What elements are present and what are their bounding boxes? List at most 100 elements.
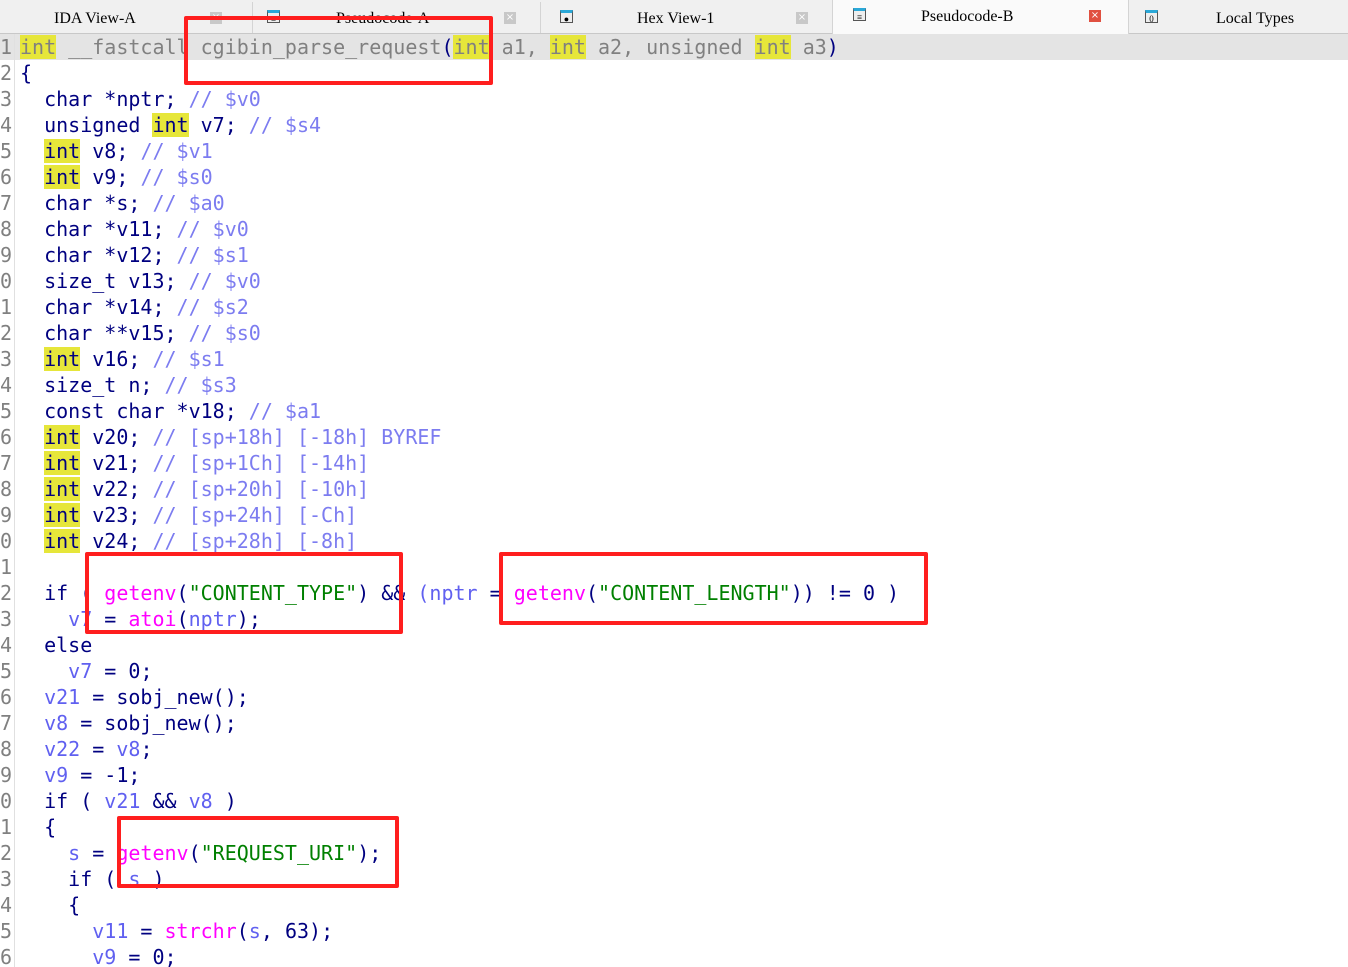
- token-p[interactable]: [20, 685, 44, 709]
- token-cm[interactable]: // $a1: [249, 399, 321, 423]
- token-p[interactable]: &&: [140, 789, 188, 813]
- token-p[interactable]: =: [92, 659, 128, 683]
- token-var[interactable]: v8: [189, 789, 213, 813]
- token-p[interactable]: [20, 841, 68, 865]
- code-line[interactable]: 7 v8 = sobj_new();: [0, 710, 1348, 736]
- token-var[interactable]: v9: [92, 945, 116, 967]
- close-icon[interactable]: ×: [1089, 10, 1101, 22]
- token-p[interactable]: [20, 919, 92, 943]
- token-var[interactable]: v21: [44, 685, 80, 709]
- token-kw[interactable]: char *v12;: [20, 243, 177, 267]
- token-var[interactable]: (nptr: [417, 581, 477, 605]
- code-line[interactable]: 6 int v9; // $s0: [0, 164, 1348, 190]
- token-g[interactable]: int: [754, 35, 791, 59]
- code-line[interactable]: 6 v9 = 0;: [0, 944, 1348, 967]
- token-cm[interactable]: // $s3: [165, 373, 237, 397]
- code-line[interactable]: 3 char *nptr; // $v0: [0, 86, 1348, 112]
- token-p[interactable]: ,: [261, 919, 285, 943]
- token-kw[interactable]: [20, 425, 44, 449]
- code-line[interactable]: 3 int v16; // $s1: [0, 346, 1348, 372]
- token-p[interactable]: (: [237, 919, 249, 943]
- token-g[interactable]: int: [549, 35, 586, 59]
- token-kw[interactable]: [20, 451, 44, 475]
- tab-local-types[interactable]: 0 Local Types: [1127, 2, 1348, 33]
- token-cm[interactable]: // $s2: [177, 295, 249, 319]
- token-g[interactable]: a3: [791, 35, 827, 59]
- tab-pseudocode-b[interactable]: ≡ Pseudocode-B ×: [832, 0, 1129, 34]
- code-line[interactable]: 6 int v20; // [sp+18h] [-18h] BYREF: [0, 424, 1348, 450]
- token-p[interactable]: {: [20, 893, 80, 917]
- token-p[interactable]: );: [309, 919, 333, 943]
- token-p[interactable]: =: [80, 737, 116, 761]
- token-var[interactable]: v22: [44, 737, 80, 761]
- token-kw[interactable]: [20, 139, 44, 163]
- code-line[interactable]: 8 int v22; // [sp+20h] [-10h]: [0, 476, 1348, 502]
- close-icon[interactable]: ×: [504, 12, 516, 24]
- close-icon[interactable]: ×: [796, 12, 808, 24]
- token-kw[interactable]: int: [44, 529, 81, 553]
- token-var[interactable]: s: [249, 919, 261, 943]
- token-kw[interactable]: size_t v13;: [20, 269, 189, 293]
- token-p[interactable]: ;: [128, 763, 140, 787]
- token-cm[interactable]: // $s1: [177, 243, 249, 267]
- token-g[interactable]: a1,: [490, 35, 550, 59]
- token-cm[interactable]: // [sp+20h] [-10h]: [152, 477, 369, 501]
- code-line[interactable]: 8 char *v11; // $v0: [0, 216, 1348, 242]
- code-line[interactable]: 4 unsigned int v7; // $s4: [0, 112, 1348, 138]
- token-cm[interactable]: // [sp+1Ch] [-14h]: [152, 451, 369, 475]
- token-fn[interactable]: strchr: [165, 919, 237, 943]
- token-num[interactable]: 0: [128, 659, 140, 683]
- token-kw[interactable]: unsigned: [20, 113, 152, 137]
- token-kw[interactable]: int: [44, 425, 81, 449]
- token-kw[interactable]: char *nptr;: [20, 87, 189, 111]
- token-kw[interactable]: [20, 165, 44, 189]
- code-line[interactable]: 4 {: [0, 892, 1348, 918]
- code-line[interactable]: 0 size_t v13; // $v0: [0, 268, 1348, 294]
- token-p[interactable]: {: [20, 61, 32, 85]
- code-line[interactable]: 4 else: [0, 632, 1348, 658]
- token-p[interactable]: ): [827, 35, 839, 59]
- token-kw[interactable]: v23;: [80, 503, 152, 527]
- token-g[interactable]: int: [20, 35, 57, 59]
- token-kw[interactable]: int: [44, 503, 81, 527]
- token-cm[interactable]: // $v1: [140, 139, 212, 163]
- token-cm[interactable]: // $s4: [249, 113, 321, 137]
- code-line[interactable]: 7 char *s; // $a0: [0, 190, 1348, 216]
- code-line[interactable]: 1 char *v14; // $s2: [0, 294, 1348, 320]
- code-line[interactable]: 5 v7 = 0;: [0, 658, 1348, 684]
- token-kw[interactable]: [20, 529, 44, 553]
- code-line[interactable]: 9 int v23; // [sp+24h] [-Ch]: [0, 502, 1348, 528]
- code-line[interactable]: 4 size_t n; // $s3: [0, 372, 1348, 398]
- token-p[interactable]: [20, 763, 44, 787]
- token-cm[interactable]: // [sp+18h] [-18h] BYREF: [152, 425, 441, 449]
- token-cm[interactable]: // $a0: [152, 191, 224, 215]
- token-kw[interactable]: char *v11;: [20, 217, 177, 241]
- token-p[interactable]: ;: [140, 737, 152, 761]
- code-line[interactable]: 5 v11 = strchr(s, 63);: [0, 918, 1348, 944]
- token-kw[interactable]: if (: [20, 789, 104, 813]
- code-line[interactable]: 6 v21 = sobj_new();: [0, 684, 1348, 710]
- code-line[interactable]: 7 int v21; // [sp+1Ch] [-14h]: [0, 450, 1348, 476]
- token-kw[interactable]: int: [44, 139, 81, 163]
- code-line[interactable]: 2 char **v15; // $s0: [0, 320, 1348, 346]
- token-num[interactable]: 1: [116, 763, 128, 787]
- token-kw[interactable]: v9;: [80, 165, 140, 189]
- token-p[interactable]: [20, 607, 68, 631]
- token-kw[interactable]: [20, 503, 44, 527]
- token-cm[interactable]: // $v0: [189, 269, 261, 293]
- token-kw[interactable]: [20, 477, 44, 501]
- token-cm[interactable]: // $s0: [189, 321, 261, 345]
- token-kw[interactable]: v20;: [80, 425, 152, 449]
- token-kw[interactable]: char *v14;: [20, 295, 177, 319]
- code-line[interactable]: 0 int v24; // [sp+28h] [-8h]: [0, 528, 1348, 554]
- token-kw[interactable]: else: [20, 633, 92, 657]
- token-cm[interactable]: // [sp+28h] [-8h]: [152, 529, 357, 553]
- token-g[interactable]: a2, unsigned: [586, 35, 755, 59]
- token-kw[interactable]: char **v15;: [20, 321, 189, 345]
- token-kw[interactable]: v22;: [80, 477, 152, 501]
- token-p[interactable]: ;: [140, 659, 152, 683]
- token-var[interactable]: v9: [44, 763, 68, 787]
- token-p[interactable]: [20, 711, 44, 735]
- token-p[interactable]: ;: [165, 945, 177, 967]
- token-kw[interactable]: v7;: [189, 113, 249, 137]
